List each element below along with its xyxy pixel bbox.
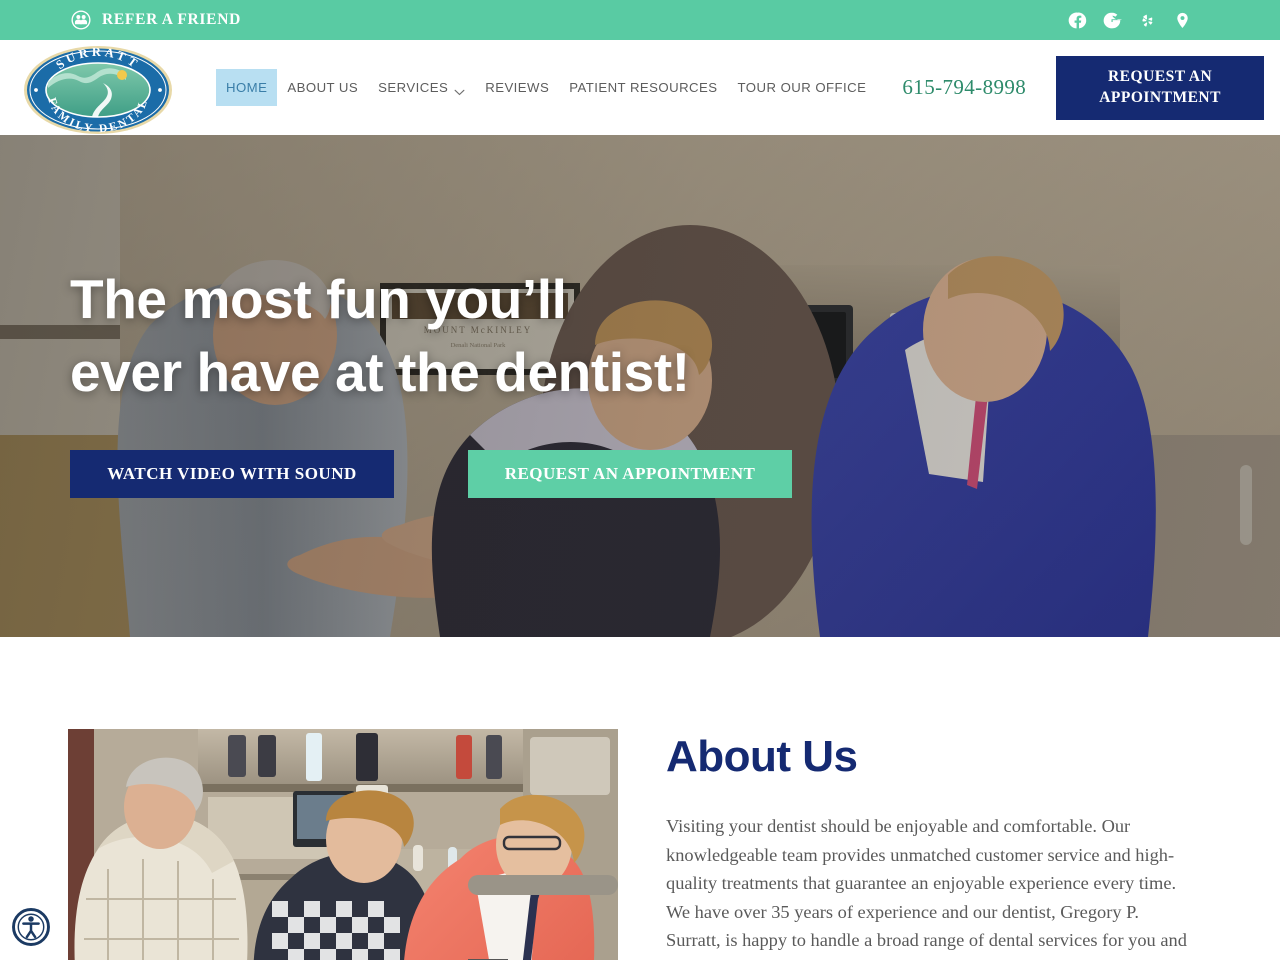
cta-line-1: REQUEST AN — [1107, 68, 1213, 86]
about-text-column: About Us Visiting your dentist should be… — [666, 729, 1220, 960]
main-navigation: HOME ABOUT US SERVICES REVIEWS PATIENT R… — [216, 40, 876, 135]
accessibility-widget-button[interactable] — [12, 908, 50, 946]
hero-button-group: WATCH VIDEO WITH SOUND REQUEST AN APPOIN… — [70, 450, 870, 499]
hero-headline-line-1: The most fun you’ll — [70, 268, 567, 330]
two-people-circle-icon — [70, 9, 92, 31]
hero-headline: The most fun you’ll ever have at the den… — [70, 263, 870, 408]
about-paragraph: Visiting your dentist should be enjoyabl… — [666, 816, 1187, 960]
google-icon[interactable] — [1103, 11, 1122, 30]
nav-label: SERVICES — [378, 80, 449, 95]
about-heading: About Us — [666, 732, 858, 781]
nav-label: TOUR OUR OFFICE — [737, 80, 867, 95]
site-logo[interactable]: SURRATT FAMILY DENTAL — [22, 44, 174, 136]
hero-banner: MOUNT McKINLEY Denali National Park The … — [0, 135, 1280, 637]
social-links — [1068, 11, 1192, 30]
cta-line-2: APPOINTMENT — [1099, 88, 1221, 106]
hero-headline-line-2: ever have at the dentist! — [70, 340, 690, 403]
hero-content: The most fun you’ll ever have at the den… — [70, 263, 870, 499]
nav-label: HOME — [226, 80, 268, 95]
facebook-icon[interactable] — [1068, 11, 1087, 30]
nav-item-services[interactable]: SERVICES — [368, 69, 475, 106]
chevron-down-icon — [454, 84, 465, 96]
refer-a-friend-link[interactable]: REFER A FRIEND — [70, 9, 241, 31]
top-utility-bar: REFER A FRIEND — [0, 0, 1280, 40]
nav-item-reviews[interactable]: REVIEWS — [475, 69, 559, 106]
nav-item-home[interactable]: HOME — [216, 69, 278, 106]
about-section: About Us Visiting your dentist should be… — [0, 637, 1280, 960]
watch-video-button[interactable]: WATCH VIDEO WITH SOUND — [70, 450, 394, 499]
nav-label: ABOUT US — [287, 80, 359, 95]
nav-item-about-us[interactable]: ABOUT US — [277, 69, 368, 106]
nav-item-tour-our-office[interactable]: TOUR OUR OFFICE — [728, 69, 877, 106]
nav-item-patient-resources[interactable]: PATIENT RESOURCES — [559, 69, 727, 106]
request-appointment-button[interactable]: REQUEST AN APPOINTMENT — [1056, 55, 1264, 120]
nav-label: REVIEWS — [485, 80, 550, 95]
map-pin-icon[interactable] — [1173, 11, 1192, 30]
phone-number-link[interactable]: 615-794-8998 — [902, 75, 1026, 100]
site-header: SURRATT FAMILY DENTAL HOME ABOUT US SERV… — [0, 40, 1280, 135]
yelp-icon[interactable] — [1138, 11, 1157, 30]
about-photo — [68, 729, 618, 960]
hero-request-appointment-button[interactable]: REQUEST AN APPOINTMENT — [468, 450, 792, 499]
nav-label: PATIENT RESOURCES — [569, 80, 718, 95]
refer-a-friend-label: REFER A FRIEND — [102, 11, 241, 28]
